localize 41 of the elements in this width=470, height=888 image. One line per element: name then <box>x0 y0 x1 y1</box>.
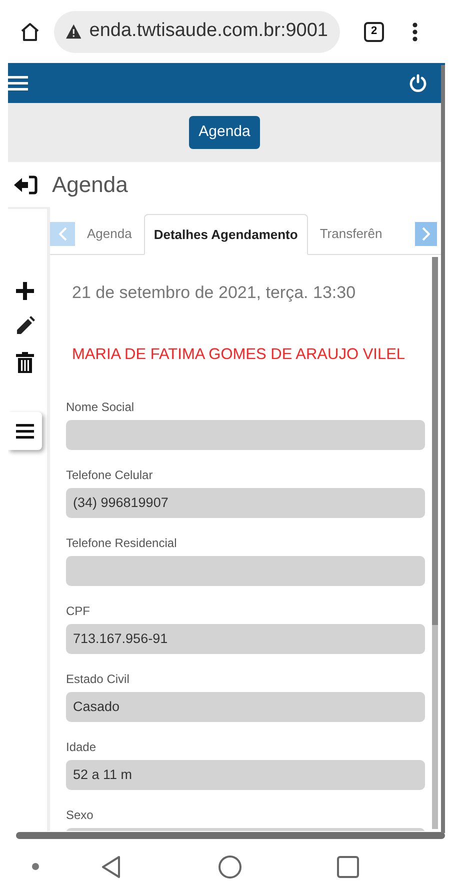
field-label: Estado Civil <box>66 671 130 687</box>
warning-icon <box>66 24 82 39</box>
plus-icon[interactable] <box>16 282 34 300</box>
field-label: Nome Social <box>66 399 134 415</box>
field-label: Idade <box>66 739 96 755</box>
url-text: enda.twtisaude.com.br:9001 <box>89 19 328 44</box>
field-label: Sexo <box>66 807 94 823</box>
input-field[interactable]: 52 a 11 m <box>66 760 425 790</box>
home-button-icon[interactable] <box>218 854 242 878</box>
menu-icon[interactable] <box>8 75 28 91</box>
tab-count-button[interactable]: 2 <box>364 22 384 42</box>
appointment-date: 21 de setembro de 2021, terça. 13:30 <box>72 282 357 304</box>
input-field[interactable]: 713.167.956-91 <box>66 624 425 654</box>
input-field[interactable] <box>66 420 425 450</box>
sign-in-icon[interactable] <box>14 174 38 194</box>
scrollbar-thumb[interactable] <box>432 257 438 625</box>
field-label: CPF <box>66 603 90 619</box>
field-label: Telefone Residencial <box>66 535 177 551</box>
agenda-button[interactable]: Agenda <box>188 116 260 149</box>
trash-icon[interactable] <box>16 352 34 373</box>
pencil-icon[interactable] <box>14 316 34 336</box>
tab[interactable]: Detalhes Agendamento <box>144 214 308 255</box>
list-menu-button[interactable] <box>8 412 42 450</box>
address-bar[interactable]: enda.twtisaude.com.br:9001 <box>54 10 340 52</box>
input-field[interactable] <box>66 556 425 586</box>
menu-icon <box>16 424 34 438</box>
horizontal-scrollbar[interactable] <box>16 832 445 839</box>
page-title: Agenda <box>52 171 128 199</box>
chevron-left-icon <box>58 227 66 241</box>
more-icon[interactable] <box>412 22 418 42</box>
tab[interactable]: Transferên <box>308 213 394 254</box>
page-scrollbar[interactable] <box>441 65 445 833</box>
tab[interactable]: Agenda <box>75 213 144 254</box>
chevron-right-icon <box>422 227 430 241</box>
power-icon[interactable] <box>409 74 427 92</box>
input-field[interactable]: (34) 996819907 <box>66 488 425 518</box>
recents-icon[interactable] <box>337 856 359 878</box>
field-label: Telefone Celular <box>66 467 153 483</box>
patient-name: MARIA DE FATIMA GOMES DE ARAUJO VILEL <box>72 345 406 365</box>
back-icon[interactable] <box>101 856 121 878</box>
input-field[interactable]: Casado <box>66 692 425 722</box>
